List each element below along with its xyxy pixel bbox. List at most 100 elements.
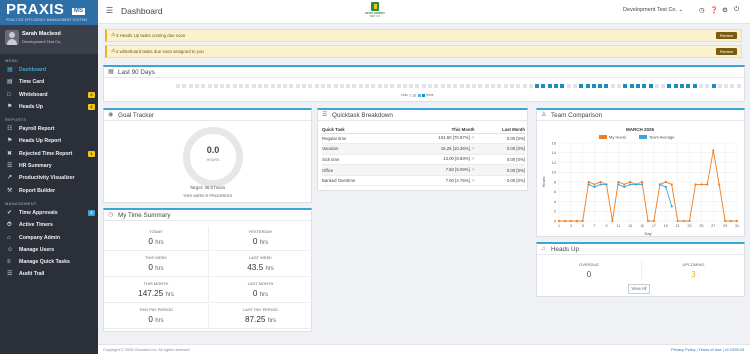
day-cell [428,84,432,88]
day-cell [377,84,382,88]
sidebar-item-label: Time Card [19,79,45,86]
sidebar-item-hr-summary[interactable]: ☰ HR Summary [0,160,98,172]
sidebar-item-payroll-report[interactable]: ☷ Payroll Report [0,123,98,135]
help-icon[interactable]: ❓ [710,6,718,14]
day-cell [572,84,577,88]
sidebar-item-time-approvals[interactable]: ✔ Time Approvals 0 [0,207,98,219]
sidebar-item-productivity-visualizer[interactable]: ↗ Productivity Visualizer [0,172,98,184]
summary-unit: hrs [259,292,269,298]
task-name: Vacation [322,143,396,155]
panel-header: ◉ Goal Tracker [104,110,311,121]
count-badge: 2 [88,91,95,98]
privacy-policy-link[interactable]: Privacy Policy [671,347,695,352]
clock-icon: ◷ [108,212,114,218]
company-logo-mark [371,2,379,11]
sidebar-item-manage-users[interactable]: ☺ Manage Users [0,244,98,256]
day-cell [724,84,729,88]
terms-of-use-link[interactable]: Terms of Use [699,347,722,352]
data-point-my-hours [623,183,626,186]
data-point-my-hours [735,219,739,223]
company-selector-label: Development Test Co. [623,7,678,13]
sidebar-item-label: Company Admin [19,234,61,241]
sidebar-item-manage-quick-tasks[interactable]: ≡ Manage Quick Tasks [0,256,98,268]
sidebar-item-label: Whiteboard [19,91,48,98]
data-point-team-average [593,185,596,188]
chevron-down-icon: ⌄ [678,7,684,13]
sidebar-item-heads-up[interactable]: ⚑ Heads Up 3 [0,101,98,113]
x-axis-label: Day [644,231,651,236]
sidebar-item-report-builder[interactable]: ⚒ Report Builder [0,185,98,197]
sidebar-item-dashboard[interactable]: ▦ Dashboard [0,64,98,76]
sidebar-item-label: Active Timers [19,222,53,229]
calendar-icon: ▦ [108,69,114,75]
this-month-cell: 7.00 [4.75%] ↗ [395,175,475,187]
day-cell [415,84,420,88]
version-link[interactable]: v2.2026.03 [725,347,744,352]
summary-unit: hrs [155,266,164,272]
company-selector[interactable]: Development Test Co. ⌄ [623,7,683,13]
day-cell [730,84,735,88]
summary-unit: hrs [155,240,164,246]
team-comparison-panel: ♙ Team Comparison MARCH 2026 My Hours Team … [536,108,745,237]
day-cell [516,84,521,88]
summary-unit: hrs [155,318,164,324]
hamburger-menu-icon[interactable]: ☰ [106,6,113,15]
summary-label: TODAY [149,229,163,234]
alert-headsup-due: ⚠ 3 Heads Up tasks coming due soon Revie… [105,29,742,42]
sidebar-item-company-admin[interactable]: ⌂ Company Admin [0,232,98,244]
sidebar-item-rejected-time-report[interactable]: ✖ Rejected Time Report 1 [0,148,98,160]
sidebar-item-label: Payroll Report [19,126,55,133]
view-all-button[interactable]: View All [628,284,650,294]
table-row: Office 7.50 [5.09%] ↗ 0.00 [0%] [322,164,525,176]
day-cell [629,84,634,88]
day-cell [226,84,231,88]
data-point-team-average [605,183,608,186]
day-cell [491,84,495,88]
power-icon[interactable]: ⏻ [734,6,739,14]
trend-arrow-icon: ↗ [470,156,475,162]
sidebar-item-label: Heads Up [19,103,43,110]
review-button[interactable]: Review [715,32,737,39]
sidebar-item-active-timers[interactable]: ⏱ Active Timers [0,219,98,231]
day-cell [182,84,187,88]
avatar [5,30,19,45]
sidebar-item-time-card[interactable]: ▤ Time Card [0,76,98,88]
brand-line-2: TEST CO. [369,15,381,18]
praxis-logo[interactable]: PRAXIS MS PRACTICE EFFICIENCY MANAGEMENT… [0,0,98,25]
section-management: MANAGEMENT [5,200,37,206]
day-cell [522,84,527,88]
day-cell [421,84,426,88]
goal-target: Target: 36.5 hours [189,185,226,190]
y-tick-label: 12 [552,161,556,165]
day-cell [188,84,193,88]
day-cell [207,84,212,88]
count-badge: 0 [88,209,95,216]
summary-number: 43.5 [247,263,264,272]
sidebar-item-heads-up-report[interactable]: ⚑ Heads Up Report [0,135,98,147]
panel-header: ♫ Heads Up [537,244,744,255]
day-cell [358,84,363,88]
day-cell [390,84,395,88]
trend-arrow-icon: ↗ [470,145,475,151]
summary-unit: hrs [259,240,269,246]
y-tick-label: 2 [554,210,556,214]
day-cell [648,84,653,88]
y-tick-label: 8 [554,180,556,184]
data-point-my-hours [563,219,567,223]
sidebar-item-whiteboard[interactable]: □ Whiteboard 2 [0,89,98,101]
data-point-my-hours [581,219,584,223]
this-month-percent: [70.97%] [452,135,470,141]
user-profile[interactable]: Sarah Macleod Development Test Co. [0,25,98,54]
sidebar-item-label: Time Approvals [19,209,58,216]
y-tick-label: 10 [552,171,556,175]
data-point-my-hours [599,180,602,184]
sidebar-item-label: Dashboard [19,67,47,73]
task-name: Office [322,164,396,176]
review-button[interactable]: Review [715,48,737,55]
this-month-percent: [5.09%] [455,167,470,173]
gear-icon[interactable]: ⚙ [722,6,728,14]
sidebar-item-audit-trail[interactable]: ☰ Audit Trail [0,268,98,280]
timer-icon[interactable]: ◷ [699,6,705,14]
data-point-my-hours [640,180,644,184]
overdue-label: OVERDUE [579,262,599,267]
